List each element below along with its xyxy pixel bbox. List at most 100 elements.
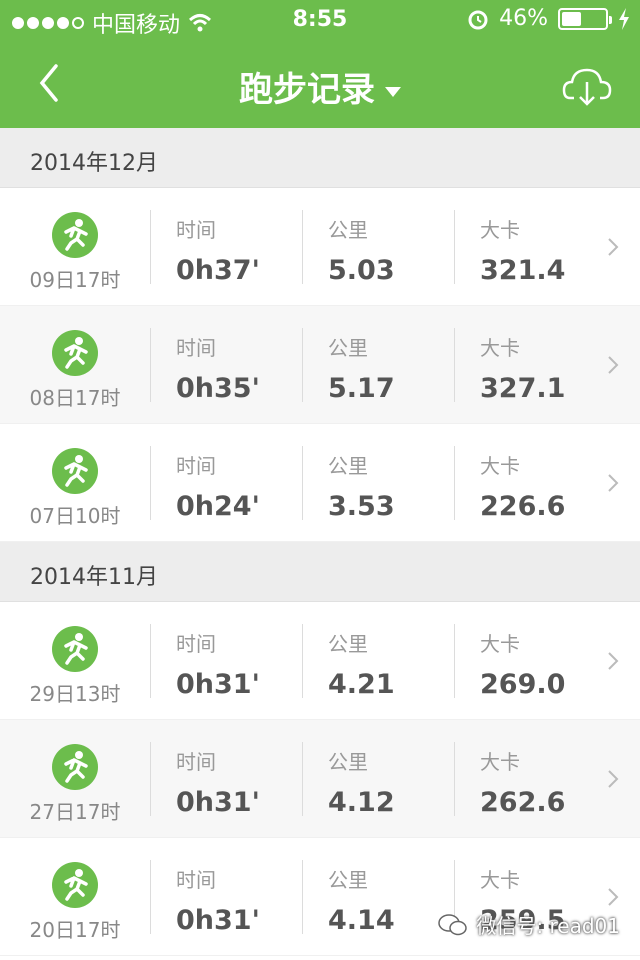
calories-value: 262.6 xyxy=(480,787,566,818)
divider xyxy=(454,210,455,284)
time-cell: 时间 0h31' xyxy=(176,628,260,700)
time-label: 时间 xyxy=(176,218,216,242)
distance-cell: 公里 4.12 xyxy=(328,746,395,818)
run-record-list: 2014年12月 09日17时 时间 0h37' 公里 5.03 大卡 321.4 08日17时… xyxy=(0,128,640,956)
time-cell: 时间 0h24' xyxy=(176,450,260,522)
record-date: 07日10时 xyxy=(29,504,121,528)
run-record-row[interactable]: 08日17时 时间 0h35' 公里 5.17 大卡 327.1 xyxy=(0,306,640,424)
chevron-right-icon xyxy=(606,768,620,790)
time-value: 0h31' xyxy=(176,787,260,818)
time-label: 时间 xyxy=(176,750,216,774)
calories-value: 269.0 xyxy=(480,669,566,700)
divider xyxy=(150,446,151,520)
time-label: 时间 xyxy=(176,868,216,892)
time-label: 时间 xyxy=(176,632,216,656)
calories-value: 226.6 xyxy=(480,491,566,522)
distance-cell: 公里 4.14 xyxy=(328,864,395,936)
record-date: 09日17时 xyxy=(29,268,121,292)
divider xyxy=(302,446,303,520)
time-value: 0h31' xyxy=(176,669,260,700)
caret-down-icon xyxy=(385,86,401,97)
distance-value: 3.53 xyxy=(328,491,395,522)
calories-label: 大卡 xyxy=(480,750,520,774)
calories-label: 大卡 xyxy=(480,868,520,892)
nav-bar: 跑步记录 xyxy=(0,40,640,128)
distance-cell: 公里 4.21 xyxy=(328,628,395,700)
running-icon xyxy=(52,626,98,672)
distance-cell: 公里 5.03 xyxy=(328,214,395,286)
divider xyxy=(454,624,455,698)
status-bar: 中国移动 8:55 46% xyxy=(0,0,640,40)
divider xyxy=(454,742,455,816)
divider xyxy=(150,742,151,816)
run-record-row[interactable]: 29日13时 时间 0h31' 公里 4.21 大卡 269.0 xyxy=(0,602,640,720)
running-icon xyxy=(52,330,98,376)
cloud-download-icon[interactable] xyxy=(562,64,612,108)
chevron-right-icon xyxy=(606,650,620,672)
distance-label: 公里 xyxy=(328,750,368,774)
page-title-dropdown[interactable]: 跑步记录 xyxy=(0,62,640,111)
divider xyxy=(150,860,151,934)
calories-cell: 大卡 226.6 xyxy=(480,450,565,522)
distance-cell: 公里 5.17 xyxy=(328,332,395,404)
chevron-right-icon xyxy=(606,236,620,258)
distance-label: 公里 xyxy=(328,868,368,892)
divider xyxy=(150,210,151,284)
page-title: 跑步记录 xyxy=(239,70,375,110)
wechat-icon xyxy=(438,913,468,935)
record-date: 08日17时 xyxy=(29,386,121,410)
run-record-row[interactable]: 09日17时 时间 0h37' 公里 5.03 大卡 321.4 xyxy=(0,188,640,306)
running-icon xyxy=(52,212,98,258)
section-header-month: 2014年11月 xyxy=(0,542,640,602)
calories-value: 321.4 xyxy=(480,255,566,286)
section-header-month: 2014年12月 xyxy=(0,128,640,188)
distance-value: 4.12 xyxy=(328,787,395,818)
time-value: 0h31' xyxy=(176,905,260,936)
divider xyxy=(454,446,455,520)
divider xyxy=(302,742,303,816)
distance-value: 5.17 xyxy=(328,373,395,404)
distance-value: 5.03 xyxy=(328,255,395,286)
calories-cell: 大卡 269.0 xyxy=(480,628,565,700)
time-cell: 时间 0h37' xyxy=(176,214,260,286)
divider xyxy=(302,210,303,284)
record-date: 29日13时 xyxy=(29,682,121,706)
calories-cell: 大卡 321.4 xyxy=(480,214,565,286)
battery-percent: 46% xyxy=(499,6,548,31)
charging-icon xyxy=(619,7,629,30)
calories-label: 大卡 xyxy=(480,454,520,478)
calories-label: 大卡 xyxy=(480,218,520,242)
divider xyxy=(302,624,303,698)
distance-label: 公里 xyxy=(328,454,368,478)
battery-icon xyxy=(558,7,612,30)
calories-cell: 大卡 262.6 xyxy=(480,746,565,818)
run-record-row[interactable]: 27日17时 时间 0h31' 公里 4.12 大卡 262.6 xyxy=(0,720,640,838)
calories-cell: 大卡 327.1 xyxy=(480,332,565,404)
watermark-text: 微信号: read01 xyxy=(476,914,620,938)
run-record-row[interactable]: 07日10时 时间 0h24' 公里 3.53 大卡 226.6 xyxy=(0,424,640,542)
running-icon xyxy=(52,862,98,908)
top-bar: 中国移动 8:55 46% 跑步记录 xyxy=(0,0,640,128)
distance-label: 公里 xyxy=(328,336,368,360)
divider xyxy=(150,624,151,698)
chevron-right-icon xyxy=(606,354,620,376)
calories-label: 大卡 xyxy=(480,336,520,360)
divider xyxy=(302,860,303,934)
calories-label: 大卡 xyxy=(480,632,520,656)
distance-label: 公里 xyxy=(328,632,368,656)
time-cell: 时间 0h31' xyxy=(176,864,260,936)
time-label: 时间 xyxy=(176,454,216,478)
chevron-right-icon xyxy=(606,886,620,908)
chevron-right-icon xyxy=(606,472,620,494)
distance-label: 公里 xyxy=(328,218,368,242)
time-value: 0h24' xyxy=(176,491,260,522)
distance-cell: 公里 3.53 xyxy=(328,450,395,522)
time-value: 0h37' xyxy=(176,255,260,286)
divider xyxy=(150,328,151,402)
calories-value: 327.1 xyxy=(480,373,566,404)
running-icon xyxy=(52,448,98,494)
alarm-icon xyxy=(468,10,488,29)
divider xyxy=(454,328,455,402)
time-cell: 时间 0h35' xyxy=(176,332,260,404)
divider xyxy=(302,328,303,402)
